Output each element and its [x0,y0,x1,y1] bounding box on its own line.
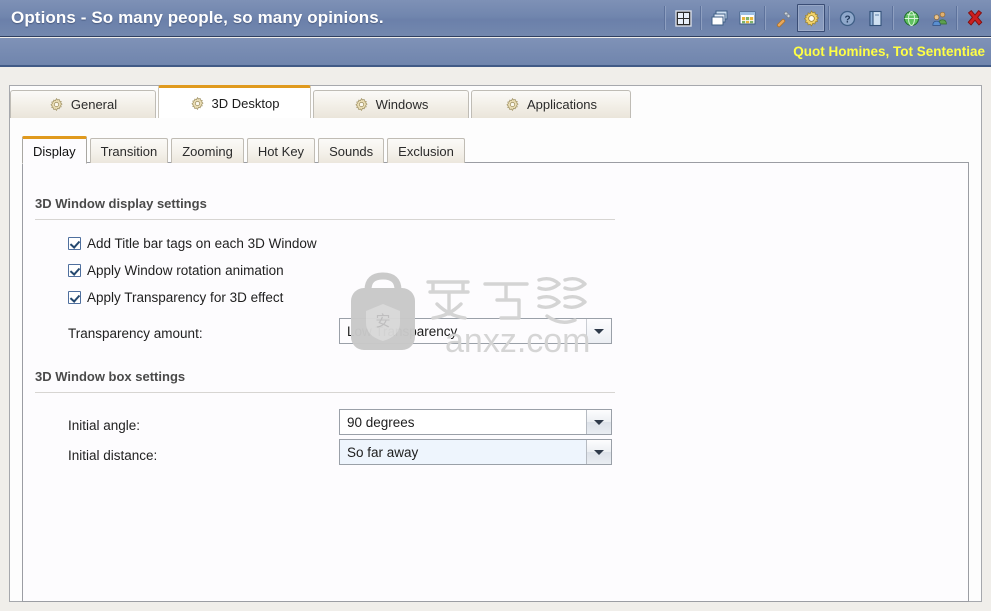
section-rule [35,392,615,393]
gear-icon [506,98,519,112]
cascade-windows-icon [711,10,727,25]
options-gear-icon [803,9,819,27]
subtab-zooming[interactable]: Zooming [171,138,244,163]
chevron-down-icon [594,328,604,334]
subtitle-text: Quot Homines, Tot Sententiae [793,44,985,59]
close-icon [967,10,983,26]
tab-applications-label: Applications [526,97,598,112]
checkbox-title-bar-tags-label: Add Title bar tags on each 3D Window [87,236,317,251]
gear-icon [191,96,204,110]
transparency-amount-value: Low Transparency [347,323,458,339]
chevron-down-icon [594,449,604,455]
website-button[interactable] [897,4,925,32]
globe-icon [903,10,919,26]
checkbox-rotation-animation-label: Apply Window rotation animation [87,263,284,278]
tab-applications[interactable]: Applications [471,90,631,118]
toolbar-separator [892,6,894,30]
chevron-down-icon [594,419,604,425]
transparency-amount-dropdown[interactable]: Low Transparency [339,318,612,344]
initial-distance-label: Initial distance: [68,448,158,463]
help-icon: ? [839,10,855,26]
tab-3d-desktop-label: 3D Desktop [211,95,280,111]
subtab-display[interactable]: Display [22,136,87,164]
initial-angle-label: Initial angle: [68,418,141,433]
initial-distance-dropdown[interactable]: So far away [339,439,612,465]
checkbox-row-rotation-animation[interactable]: Apply Window rotation animation [68,263,284,278]
section-title-display-settings: 3D Window display settings [35,196,207,211]
layout-grid-button[interactable] [669,4,697,32]
subtab-hot-key-label: Hot Key [257,143,305,159]
initial-angle-dropdown[interactable]: 90 degrees [339,409,612,435]
layout-grid-icon [674,9,692,27]
subtab-exclusion-label: Exclusion [398,143,454,159]
titlebar-toolbar: ? [661,2,989,34]
tab-windows-label: Windows [375,97,429,112]
svg-text:?: ? [844,14,850,25]
manual-button[interactable] [861,4,889,32]
secondary-tab-strip: Display Transition Zooming Hot Key Sound… [22,135,468,164]
manual-book-icon [868,10,882,26]
initial-distance-dropdown-button[interactable] [586,440,611,464]
checkbox-transparency-effect[interactable] [68,291,81,304]
tools-button[interactable] [769,4,797,32]
display-settings-panel: 3D Window display settings Add Title bar… [22,162,969,602]
subtab-transition[interactable]: Transition [89,138,169,163]
subtab-display-label: Display [33,143,76,159]
subtab-transition-label: Transition [100,143,158,159]
tab-general-label: General [70,97,118,112]
toolbar-separator [664,6,666,30]
subtab-sounds-label: Sounds [329,143,374,159]
gear-icon [355,98,368,112]
support-people-icon [931,11,947,26]
tab-3d-desktop[interactable]: 3D Desktop [158,85,311,118]
subtitle-band: Quot Homines, Tot Sententiae [0,38,991,67]
section-title-box-settings: 3D Window box settings [35,369,186,384]
support-button[interactable] [925,4,953,32]
options-window: Options - So many people, so many opinio… [0,0,991,611]
initial-distance-value: So far away [347,444,419,460]
section-rule [35,219,615,220]
initial-angle-value: 90 degrees [347,414,415,430]
toolbar-separator [828,6,830,30]
subtab-sounds[interactable]: Sounds [318,138,385,163]
tab-windows[interactable]: Windows [313,90,469,118]
checkbox-row-transparency-effect[interactable]: Apply Transparency for 3D effect [68,290,283,305]
tab-general[interactable]: General [10,90,156,118]
tile-windows-icon [739,11,755,24]
checkbox-row-title-bar-tags[interactable]: Add Title bar tags on each 3D Window [68,236,317,251]
subtab-zooming-label: Zooming [182,143,233,159]
subtab-exclusion[interactable]: Exclusion [387,138,465,163]
checkbox-transparency-effect-label: Apply Transparency for 3D effect [87,290,284,305]
cascade-windows-button[interactable] [705,4,733,32]
close-button[interactable] [961,4,989,32]
title-bar: Options - So many people, so many opinio… [0,0,991,37]
checkbox-title-bar-tags[interactable] [68,237,81,250]
options-button[interactable] [797,4,825,32]
subtab-hot-key[interactable]: Hot Key [246,138,316,163]
window-title: Options - So many people, so many opinio… [11,8,384,27]
toolbar-separator [764,6,766,30]
transparency-amount-dropdown-button[interactable] [586,319,611,343]
primary-tab-strip: General 3D Desktop Windows Applications [10,85,985,118]
tools-icon [776,10,791,27]
tile-windows-button[interactable] [733,4,761,32]
transparency-amount-label: Transparency amount: [68,326,203,341]
gear-icon [50,98,63,112]
toolbar-separator [700,6,702,30]
checkbox-rotation-animation[interactable] [68,264,81,277]
initial-angle-dropdown-button[interactable] [586,410,611,434]
toolbar-separator [956,6,958,30]
panel-body: 3D Window display settings Add Title bar… [23,163,968,601]
help-button[interactable]: ? [833,4,861,32]
